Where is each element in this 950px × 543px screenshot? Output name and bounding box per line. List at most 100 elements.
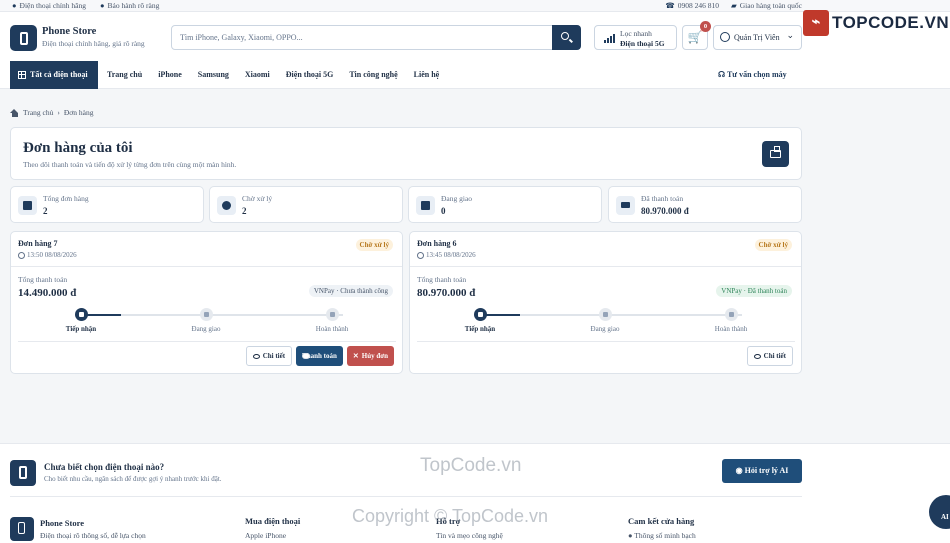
shipping-note: ▰ Giao hàng toàn quốc xyxy=(730,1,802,10)
payment-badge: VNPay · Đã thanh toán xyxy=(716,285,792,297)
phone-logo-icon[interactable] xyxy=(10,25,37,51)
headset-icon: ☊ xyxy=(718,70,727,79)
home-icon xyxy=(10,108,19,117)
footer-link[interactable]: ● Thông số minh bạch xyxy=(628,531,696,540)
step-completed: Hoàn thành xyxy=(287,308,377,333)
footer-col-shop: Mua điện thoại Apple iPhone xyxy=(245,516,301,540)
clock-icon xyxy=(417,251,424,259)
nav-item-news[interactable]: Tin công nghệ xyxy=(349,61,397,89)
eye-icon xyxy=(753,353,761,359)
user-icon xyxy=(720,32,730,42)
footer-link[interactable]: Tin và mẹo công nghệ xyxy=(436,531,503,540)
step-shipping: Đang giao xyxy=(161,308,251,333)
all-phones-button[interactable]: Tất cả điện thoại xyxy=(10,61,98,89)
brand-tagline: Điện thoại chính hãng, giá rõ ràng xyxy=(42,39,145,48)
ask-ai-button[interactable]: ◉ Hỏi trợ lý AI xyxy=(722,459,802,483)
footer-col-commit: Cam kết cửa hàng ● Thông số minh bạch xyxy=(628,516,696,540)
warranty-note: ● Bảo hành rõ ràng xyxy=(99,1,160,10)
search-icon xyxy=(561,32,569,40)
total-value: 14.490.000 đ xyxy=(18,287,77,299)
truck-icon xyxy=(416,196,435,215)
user-name: Quản Trị Viên xyxy=(734,33,780,42)
status-badge: Chờ xử lý xyxy=(355,239,393,251)
cart-button[interactable]: 🛒 0 xyxy=(682,21,711,50)
detail-button[interactable]: Chi tiết xyxy=(245,346,293,366)
inbox-icon xyxy=(74,308,88,321)
stat-value: 2 xyxy=(43,206,48,216)
help-title: Chưa biết chọn điện thoại nào? xyxy=(44,462,165,472)
nav-item-xiaomi[interactable]: Xiaomi xyxy=(245,61,270,89)
nav-item-samsung[interactable]: Samsung xyxy=(198,61,229,89)
nav-item-iphone[interactable]: iPhone xyxy=(158,61,182,89)
stat-value: 2 xyxy=(242,206,247,216)
chevron-down-icon: ⌄ xyxy=(786,30,794,40)
signal-icon xyxy=(604,34,615,43)
brand-name: Phone Store xyxy=(42,26,97,37)
nav-item-home[interactable]: Trang chủ xyxy=(107,61,142,89)
total-label: Tổng thanh toán xyxy=(18,275,68,284)
shield-icon: ● xyxy=(99,1,105,10)
order-name: Đơn hàng 6 xyxy=(417,239,457,248)
phone-icon xyxy=(10,517,34,541)
hotline[interactable]: ☎ 0908 246 810 xyxy=(665,1,719,10)
truck-icon xyxy=(199,308,213,321)
filter-value: Điện thoại 5G xyxy=(620,39,665,48)
order-progress: Tiếp nhận Đang giao Hoàn thành xyxy=(422,308,792,336)
pay-button[interactable]: Thanh toán xyxy=(296,346,343,366)
check-circle-icon: ● xyxy=(12,1,17,10)
detail-button[interactable]: Chi tiết xyxy=(746,346,793,366)
stat-total-orders: Tổng đơn hàng 2 xyxy=(10,186,204,223)
quick-filter[interactable]: Lọc nhanh Điện thoại 5G xyxy=(594,25,677,50)
order-time: 13:50 08/08/2026 xyxy=(18,251,77,259)
order-card: Đơn hàng 7 13:50 08/08/2026 Chờ xử lý Tổ… xyxy=(10,231,403,374)
credit-card-icon xyxy=(302,353,311,359)
order-name: Đơn hàng 7 xyxy=(18,239,58,248)
close-icon: ✕ xyxy=(352,352,359,360)
cart-icon: 🛒 xyxy=(687,30,703,44)
boxes-icon xyxy=(762,141,789,167)
step-completed: Hoàn thành xyxy=(686,308,776,333)
eye-icon xyxy=(252,353,260,359)
stat-shipping: Đang giao 0 xyxy=(408,186,602,223)
nav-item-5g[interactable]: Điện thoại 5G xyxy=(286,61,334,89)
step-shipping: Đang giao xyxy=(560,308,650,333)
check-icon xyxy=(325,308,339,321)
footer-link[interactable]: Apple iPhone xyxy=(245,531,300,540)
page-title: Đơn hàng của tôi xyxy=(23,140,133,156)
clock-icon xyxy=(18,251,25,259)
order-time: 13:45 08/08/2026 xyxy=(417,251,476,259)
help-subtitle: Cho biết nhu cầu, ngân sách để được gợi … xyxy=(44,475,222,483)
brand[interactable]: Phone Store Điện thoại chính hãng, giá r… xyxy=(42,26,145,48)
nav-item-contact[interactable]: Liên hệ xyxy=(414,61,440,89)
order-card: Đơn hàng 6 13:45 08/08/2026 Chờ xử lý Tổ… xyxy=(409,231,802,374)
genuine-note: ● Điện thoại chính hãng xyxy=(12,1,86,10)
order-progress: Tiếp nhận Đang giao Hoàn thành xyxy=(23,308,393,336)
search-button[interactable] xyxy=(552,25,581,50)
breadcrumb-home[interactable]: Trang chủ xyxy=(23,108,53,117)
check-icon xyxy=(724,308,738,321)
total-value: 80.970.000 đ xyxy=(417,287,476,299)
stat-label: Đã thanh toán xyxy=(641,194,684,203)
payment-badge: VNPay · Chưa thành công xyxy=(308,285,393,297)
breadcrumb: Trang chủ › Đơn hàng xyxy=(10,108,93,117)
stat-pending: Chờ xử lý 2 xyxy=(209,186,403,223)
step-received: Tiếp nhận xyxy=(435,308,525,333)
advice-link[interactable]: ☊ Tư vấn chọn máy xyxy=(718,61,787,89)
truck-icon xyxy=(598,308,612,321)
status-badge: Chờ xử lý xyxy=(754,239,792,251)
clock-icon xyxy=(217,196,236,215)
stat-paid: Đã thanh toán 80.970.000 đ xyxy=(608,186,802,223)
stat-value: 80.970.000 đ xyxy=(641,206,689,216)
search-input[interactable]: Tìm iPhone, Galaxy, Xiaomi, OPPO... xyxy=(171,25,581,50)
cancel-order-button[interactable]: ✕ Hủy đơn xyxy=(346,346,394,366)
user-menu[interactable]: Quản Trị Viên ⌄ xyxy=(713,25,802,50)
grid-icon xyxy=(18,71,26,79)
page-subtitle: Theo dõi thanh toán và tiến độ xử lý từn… xyxy=(23,160,237,169)
topcode-logo-text: TOPCODE.VN xyxy=(832,13,950,32)
inbox-icon xyxy=(473,308,487,321)
credit-card-icon xyxy=(616,196,635,215)
total-label: Tổng thanh toán xyxy=(417,275,467,284)
breadcrumb-current: Đơn hàng xyxy=(63,108,94,117)
filter-label: Lọc nhanh xyxy=(620,29,652,38)
footer-brand-name: Phone Store xyxy=(40,518,84,528)
